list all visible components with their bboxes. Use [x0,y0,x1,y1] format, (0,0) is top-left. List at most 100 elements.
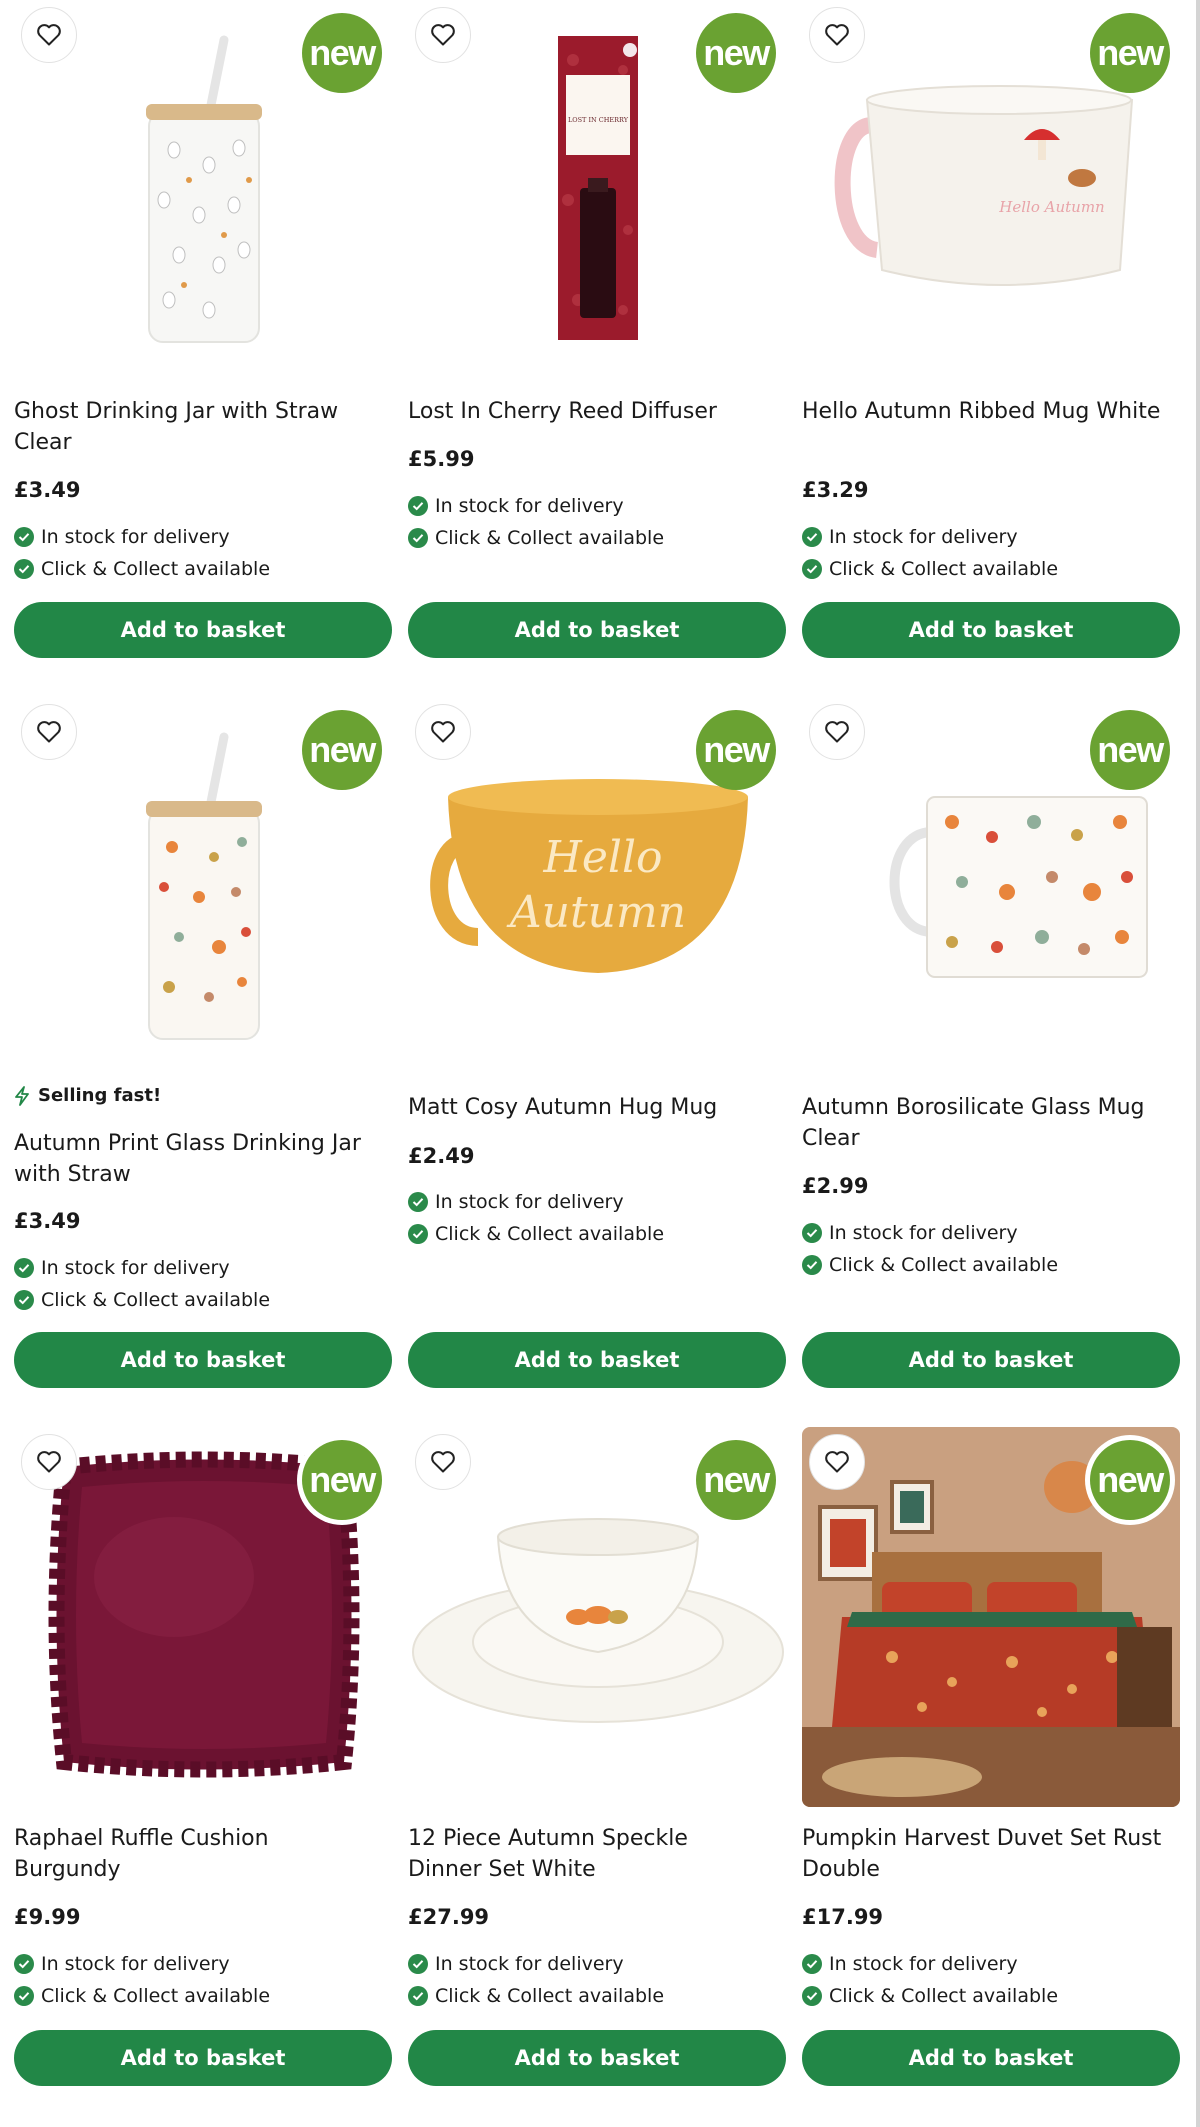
add-to-basket-button[interactable]: Add to basket [14,2030,392,2086]
stock-delivery-text: In stock for delivery [435,1191,624,1213]
stock-collect: Click & Collect available [802,558,1058,580]
product-price: £27.99 [408,1905,490,1929]
product-price: £9.99 [14,1905,81,1929]
product-title[interactable]: Autumn Print Glass Drinking Jar with Str… [14,1128,374,1190]
stock-delivery-text: In stock for delivery [41,1257,230,1279]
scrollbar[interactable] [1196,0,1200,2127]
product-card[interactable]: new Selling fast! Autumn Print Glass Dri… [14,697,392,1388]
new-badge: new [1090,710,1170,790]
stock-collect-text: Click & Collect available [829,1254,1059,1276]
product-card[interactable]: new Ghost Drinking Jar with Straw Clear … [14,0,392,660]
add-to-basket-button[interactable]: Add to basket [408,2030,786,2086]
product-title[interactable]: Hello Autumn Ribbed Mug White [802,396,1162,427]
product-card[interactable]: LOST IN CHERRY new Lost In Cherry Reed D… [408,0,786,660]
product-price: £2.99 [802,1174,869,1198]
add-to-basket-button[interactable]: Add to basket [408,602,786,658]
stock-collect-text: Click & Collect available [435,527,665,549]
check-circle-icon [14,1986,34,2006]
product-price: £17.99 [802,1905,884,1929]
stock-delivery-text: In stock for delivery [435,1953,624,1975]
product-title[interactable]: Raphael Ruffle Cushion Burgundy [14,1823,374,1885]
product-card[interactable]: new Raphael Ruffle Cushion Burgundy £9.9… [14,1427,392,2087]
stock-delivery-text: In stock for delivery [41,1953,230,1975]
stock-collect-text: Click & Collect available [41,558,271,580]
wishlist-heart-icon[interactable] [415,1434,471,1490]
stock-delivery: In stock for delivery [14,526,230,548]
selling-fast: Selling fast! [14,1085,161,1106]
product-title[interactable]: Pumpkin Harvest Duvet Set Rust Double [802,1823,1162,1885]
stock-collect: Click & Collect available [408,527,664,549]
check-circle-icon [408,1224,428,1244]
check-circle-icon [802,527,822,547]
lightning-icon [15,1085,29,1106]
product-card[interactable]: new 12 Piece Autumn Speckle Dinner Set W… [408,1427,786,2087]
check-circle-icon [14,559,34,579]
new-badge: new [696,1440,776,1520]
check-circle-icon [408,1192,428,1212]
stock-collect: Click & Collect available [14,558,270,580]
new-badge: new [302,1440,382,1520]
stock-delivery-text: In stock for delivery [41,526,230,548]
check-circle-icon [14,1954,34,1974]
stock-collect: Click & Collect available [408,1223,664,1245]
wishlist-heart-icon[interactable] [415,7,471,63]
stock-collect: Click & Collect available [408,1985,664,2007]
check-circle-icon [408,1954,428,1974]
check-circle-icon [802,1954,822,1974]
stock-collect-text: Click & Collect available [829,1985,1059,2007]
stock-collect-text: Click & Collect available [41,1289,271,1311]
stock-delivery-text: In stock for delivery [829,526,1018,548]
check-circle-icon [408,1986,428,2006]
stock-delivery: In stock for delivery [408,1953,624,1975]
check-circle-icon [802,559,822,579]
product-title[interactable]: Autumn Borosilicate Glass Mug Clear [802,1092,1162,1154]
wishlist-heart-icon[interactable] [21,704,77,760]
add-to-basket-button[interactable]: Add to basket [802,602,1180,658]
product-title[interactable]: Ghost Drinking Jar with Straw Clear [14,396,374,458]
product-card[interactable]: Hello Autumn new Matt Cosy Autumn Hug Mu… [408,697,786,1388]
stock-delivery: In stock for delivery [14,1953,230,1975]
stock-collect-text: Click & Collect available [435,1223,665,1245]
stock-collect: Click & Collect available [14,1985,270,2007]
stock-collect: Click & Collect available [802,1254,1058,1276]
wishlist-heart-icon[interactable] [21,7,77,63]
add-to-basket-button[interactable]: Add to basket [14,602,392,658]
new-badge: new [1090,13,1170,93]
stock-delivery: In stock for delivery [408,1191,624,1213]
product-price: £3.49 [14,478,81,502]
wishlist-heart-icon[interactable] [21,1434,77,1490]
check-circle-icon [802,1223,822,1243]
add-to-basket-button[interactable]: Add to basket [802,1332,1180,1388]
product-card[interactable]: Hello Autumn new Hello Autumn Ribbed Mug… [802,0,1180,660]
selling-fast-text: Selling fast! [38,1085,162,1106]
stock-delivery: In stock for delivery [14,1257,230,1279]
product-card[interactable]: new Autumn Borosilicate Glass Mug Clear … [802,697,1180,1388]
check-circle-icon [14,527,34,547]
product-card[interactable]: new Pumpkin Harvest Duvet Set Rust Doubl… [802,1427,1180,2087]
new-badge: new [696,710,776,790]
stock-collect-text: Click & Collect available [435,1985,665,2007]
new-badge: new [302,710,382,790]
stock-delivery: In stock for delivery [408,495,624,517]
add-to-basket-button[interactable]: Add to basket [408,1332,786,1388]
add-to-basket-button[interactable]: Add to basket [802,2030,1180,2086]
stock-delivery-text: In stock for delivery [829,1953,1018,1975]
wishlist-heart-icon[interactable] [809,1434,865,1490]
product-title[interactable]: Lost In Cherry Reed Diffuser [408,396,768,427]
product-title[interactable]: 12 Piece Autumn Speckle Dinner Set White [408,1823,768,1885]
stock-collect: Click & Collect available [14,1289,270,1311]
product-title[interactable]: Matt Cosy Autumn Hug Mug [408,1092,768,1123]
add-to-basket-button[interactable]: Add to basket [14,1332,392,1388]
check-circle-icon [802,1255,822,1275]
diffuser-box-label: LOST IN CHERRY [568,116,629,124]
wishlist-heart-icon[interactable] [809,7,865,63]
check-circle-icon [14,1258,34,1278]
wishlist-heart-icon[interactable] [809,704,865,760]
wishlist-heart-icon[interactable] [415,704,471,760]
new-badge: new [696,13,776,93]
new-badge: new [302,13,382,93]
check-circle-icon [802,1986,822,2006]
stock-delivery-text: In stock for delivery [829,1222,1018,1244]
check-circle-icon [408,496,428,516]
stock-delivery: In stock for delivery [802,526,1018,548]
